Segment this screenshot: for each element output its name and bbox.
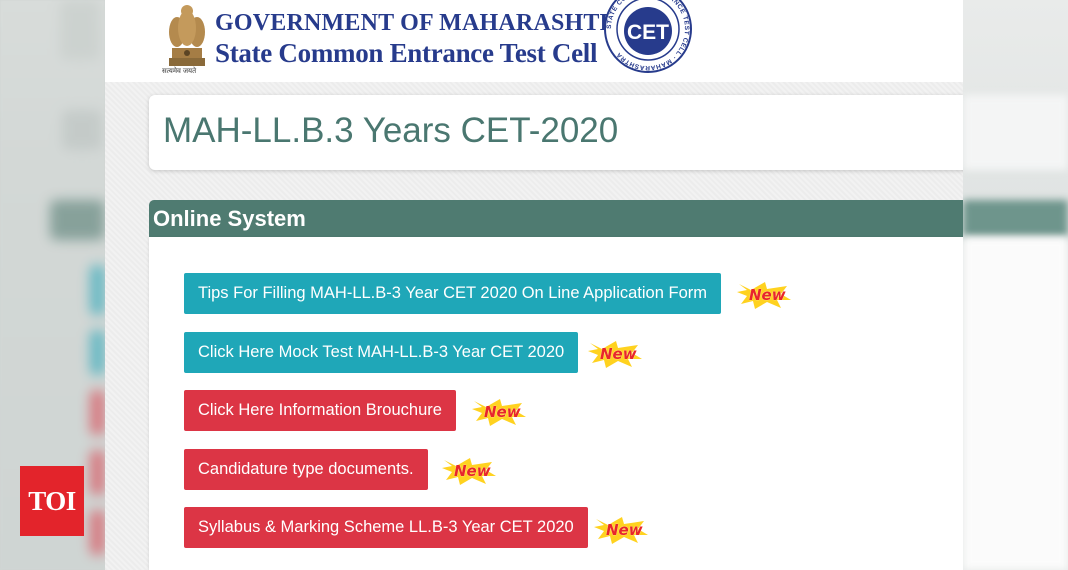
new-badge: New [442, 456, 498, 486]
syllabus-marking-scheme-link[interactable]: Syllabus & Marking Scheme LL.B-3 Year CE… [184, 507, 588, 548]
toi-watermark-logo: TOI [20, 466, 84, 536]
online-system-panel-header: Online System [149, 200, 963, 237]
mock-test-link[interactable]: Click Here Mock Test MAH-LL.B-3 Year CET… [184, 332, 579, 373]
new-badge: New [588, 339, 644, 369]
tips-application-form-link[interactable]: Tips For Filling MAH-LL.B-3 Year CET 202… [184, 273, 721, 314]
new-badge: New [737, 280, 793, 310]
new-badge: New [472, 397, 528, 427]
cell-heading: State Common Entrance Test Cell [215, 38, 598, 68]
emblem-caption: सत्यमेव जयते [162, 68, 197, 75]
information-brochure-link[interactable]: Click Here Information Brouchure [184, 390, 456, 431]
title-card: MAH-LL.B.3 Years CET-2020 [149, 95, 963, 170]
new-badge: New [594, 515, 650, 545]
cet-logo-center-text: CET [627, 21, 669, 44]
cet-logo-icon: CET STATE COMMON ENTRANCE TEST CELL · MA… [604, 0, 692, 73]
panel-title: Online System [153, 206, 306, 231]
candidature-documents-link[interactable]: Candidature type documents. [184, 449, 428, 490]
government-heading: GOVERNMENT OF MAHARASHTRA [215, 10, 635, 36]
blurred-right-margin [963, 0, 1068, 570]
page-title: MAH-LL.B.3 Years CET-2020 [163, 111, 619, 150]
page-screenshot: सत्यमेव जयते GOVERNMENT OF MAHARASHTRA S… [105, 0, 963, 570]
